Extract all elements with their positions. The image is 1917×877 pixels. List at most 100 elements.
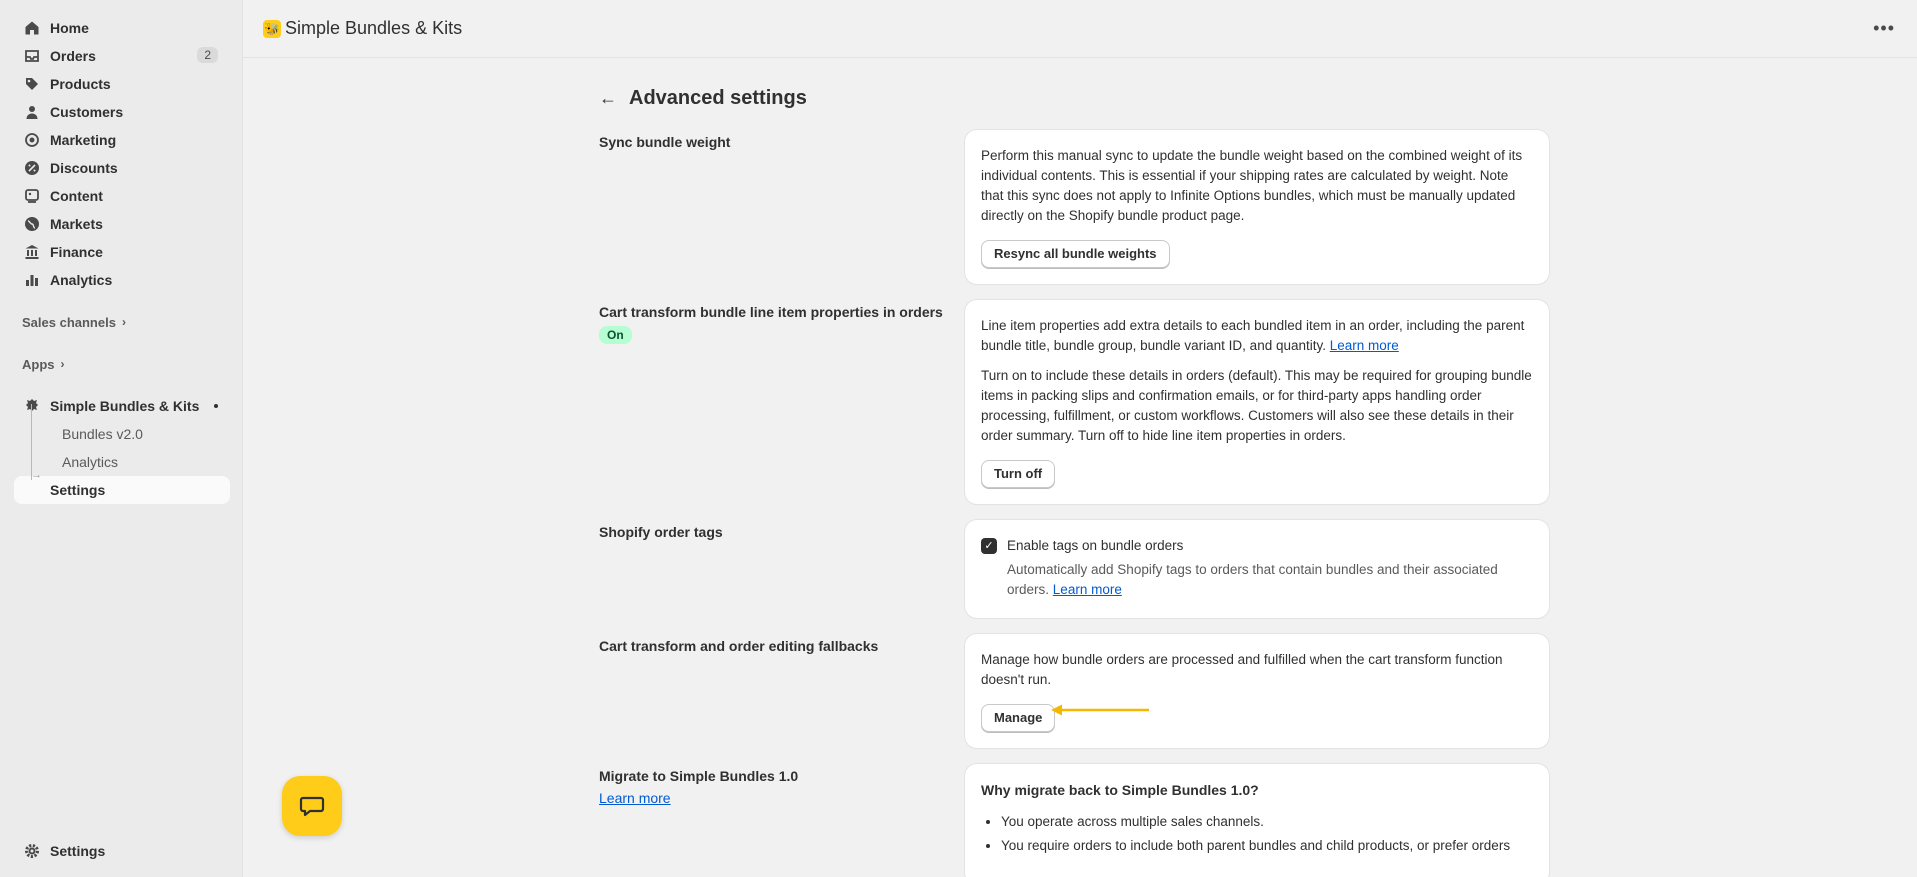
- enable-tags-checkbox-row[interactable]: ✓ Enable tags on bundle orders Automatic…: [981, 536, 1533, 600]
- sync-weight-section: Sync bundle weight Perform this manual s…: [599, 130, 1549, 284]
- learn-more-link[interactable]: Learn more: [599, 790, 671, 806]
- fallbacks-section: Cart transform and order editing fallbac…: [599, 634, 1549, 748]
- sync-weight-card: Perform this manual sync to update the b…: [965, 130, 1549, 284]
- sidebar-item-label: Analytics: [50, 272, 113, 288]
- back-arrow-icon[interactable]: ←: [599, 88, 627, 109]
- learn-more-link[interactable]: Learn more: [1330, 338, 1399, 353]
- manage-button[interactable]: Manage: [981, 704, 1056, 732]
- list-item: You operate across multiple sales channe…: [1001, 812, 1533, 832]
- cart-properties-card: Line item properties add extra details t…: [965, 300, 1549, 504]
- page-title: Advanced settings: [629, 86, 807, 109]
- subitem-label: Bundles v2.0: [62, 426, 143, 442]
- sidebar-item-markets[interactable]: Markets: [12, 210, 230, 238]
- tree-arrow-icon: →: [31, 469, 42, 481]
- order-tags-section: Shopify order tags ✓ Enable tags on bund…: [599, 520, 1549, 618]
- chat-support-button[interactable]: [282, 776, 342, 836]
- checkbox-help: Automatically add Shopify tags to orders…: [1007, 560, 1533, 600]
- section-label: Cart transform and order editing fallbac…: [599, 638, 879, 654]
- sidebar-item-discounts[interactable]: Discounts: [12, 154, 230, 182]
- chat-icon: [299, 796, 325, 817]
- sidebar-item-label: Customers: [50, 104, 124, 120]
- cart-props-description: Line item properties add extra details t…: [981, 316, 1533, 356]
- migrate-reasons-list: You operate across multiple sales channe…: [981, 812, 1533, 856]
- inbox-icon: [24, 48, 40, 64]
- checkbox-checked-icon[interactable]: ✓: [981, 538, 997, 554]
- chevron-right-icon: ›: [60, 357, 65, 371]
- bank-icon: [24, 244, 40, 260]
- sidebar-item-label: Discounts: [50, 160, 118, 176]
- bar-chart-icon: [24, 272, 40, 288]
- sidebar-item-label: Content: [50, 188, 103, 204]
- sidebar-app-simple-bundles[interactable]: Simple Bundles & Kits: [12, 392, 230, 420]
- sidebar-subitem-bundles[interactable]: Bundles v2.0: [12, 420, 230, 448]
- apps-section[interactable]: Apps ›: [0, 350, 242, 378]
- discount-icon: [24, 160, 40, 176]
- cart-properties-section: Cart transform bundle line item properti…: [599, 300, 1549, 504]
- sidebar-item-marketing[interactable]: Marketing: [12, 126, 230, 154]
- fallbacks-card: Manage how bundle orders are processed a…: [965, 634, 1549, 748]
- sidebar-item-products[interactable]: Products: [12, 70, 230, 98]
- turn-off-button[interactable]: Turn off: [981, 460, 1056, 488]
- page-header: ← Advanced settings: [599, 58, 1549, 130]
- status-badge: On: [599, 326, 632, 344]
- orders-count-badge: 2: [197, 47, 218, 63]
- subitem-label: Analytics: [62, 454, 119, 470]
- sales-channels-label: Sales channels: [22, 314, 116, 330]
- annotation-arrow: [1051, 704, 1149, 716]
- order-tags-card: ✓ Enable tags on bundle orders Automatic…: [965, 520, 1549, 618]
- sidebar-item-label: Settings: [50, 843, 106, 859]
- migrate-section: Migrate to Simple Bundles 1.0 Learn more…: [599, 764, 1549, 877]
- section-label: Shopify order tags: [599, 524, 723, 540]
- sidebar-item-label: Marketing: [50, 132, 117, 148]
- gear-icon: [24, 843, 40, 859]
- sidebar-item-label: Finance: [50, 244, 103, 260]
- section-label: Cart transform bundle line item properti…: [599, 304, 943, 320]
- target-icon: [24, 132, 40, 148]
- sidebar-item-orders[interactable]: Orders 2: [12, 42, 230, 70]
- section-label: Migrate to Simple Bundles 1.0: [599, 768, 799, 784]
- sidebar-item-home[interactable]: Home: [12, 14, 230, 42]
- learn-more-link[interactable]: Learn more: [1053, 582, 1122, 597]
- chevron-right-icon: ›: [121, 315, 126, 329]
- app-topbar: 🐝 Simple Bundles & Kits: [243, 0, 1917, 58]
- app-logo-icon: [24, 398, 40, 414]
- sidebar: Home Orders 2 Products Customers Marketi…: [0, 0, 242, 877]
- pin-dot-icon: [214, 404, 218, 408]
- fallbacks-description: Manage how bundle orders are processed a…: [981, 652, 1503, 687]
- sales-channels-section[interactable]: Sales channels ›: [0, 308, 242, 336]
- person-icon: [24, 104, 40, 120]
- section-label-wrap: Migrate to Simple Bundles 1.0 Learn more: [599, 764, 965, 877]
- sidebar-item-label: Orders: [50, 48, 96, 64]
- list-item: You require orders to include both paren…: [1001, 836, 1533, 856]
- sidebar-subitem-analytics[interactable]: Analytics: [12, 448, 230, 476]
- cart-props-text: Line item properties add extra details t…: [981, 318, 1525, 353]
- settings-content: ← Advanced settings Sync bundle weight P…: [599, 58, 1549, 877]
- tag-icon: [24, 76, 40, 92]
- cart-props-detail: Turn on to include these details in orde…: [981, 368, 1532, 443]
- section-label-wrap: Cart transform bundle line item properti…: [599, 300, 965, 504]
- sidebar-item-finance[interactable]: Finance: [12, 238, 230, 266]
- globe-icon: [24, 216, 40, 232]
- section-label: Sync bundle weight: [599, 134, 731, 150]
- sidebar-item-label: Markets: [50, 216, 103, 232]
- sidebar-item-analytics[interactable]: Analytics: [12, 266, 230, 294]
- sidebar-item-customers[interactable]: Customers: [12, 98, 230, 126]
- home-icon: [24, 20, 40, 36]
- checkbox-label: Enable tags on bundle orders: [1007, 538, 1184, 553]
- sync-description: Perform this manual sync to update the b…: [981, 148, 1523, 223]
- more-options-icon[interactable]: •••: [1873, 18, 1895, 39]
- resync-weights-button[interactable]: Resync all bundle weights: [981, 240, 1170, 268]
- app-logo-icon: 🐝: [263, 19, 281, 38]
- sidebar-item-settings[interactable]: Settings: [12, 837, 230, 865]
- content-icon: [24, 188, 40, 204]
- app-title: Simple Bundles & Kits: [285, 18, 463, 38]
- subitem-label: Settings: [50, 482, 106, 498]
- sidebar-item-content[interactable]: Content: [12, 182, 230, 210]
- sidebar-subitem-settings[interactable]: Settings: [14, 476, 230, 504]
- migrate-card: Why migrate back to Simple Bundles 1.0? …: [965, 764, 1549, 877]
- migrate-heading: Why migrate back to Simple Bundles 1.0?: [981, 782, 1259, 798]
- apps-label: Apps: [22, 356, 55, 372]
- sidebar-item-label: Home: [50, 20, 89, 36]
- app-name-label: Simple Bundles & Kits: [50, 398, 200, 414]
- main-area: 🐝 Simple Bundles & Kits ••• ← Advanced s…: [242, 0, 1917, 877]
